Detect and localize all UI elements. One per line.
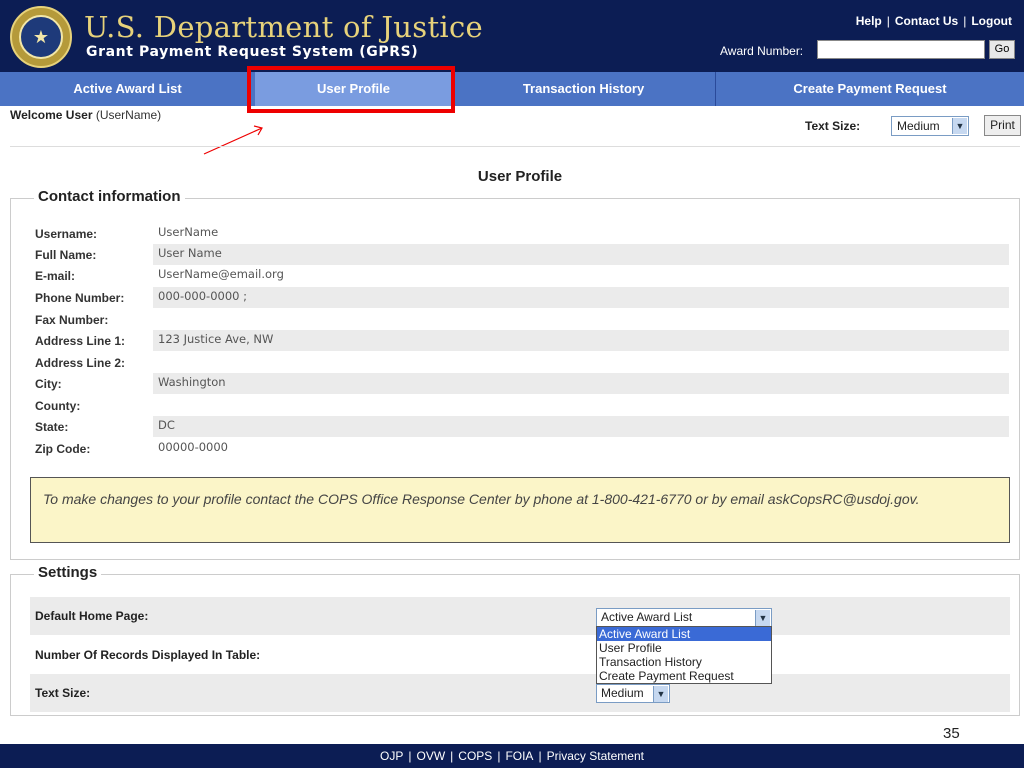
field-value: 00000-0000 [158,440,228,454]
contact-row-county: County: [30,395,1010,416]
field-label: County: [35,399,81,413]
welcome-label: Welcome User [10,108,93,122]
field-value [153,309,1009,330]
text-size-value: Medium [897,119,940,133]
contact-info-legend: Contact information [34,188,185,205]
footer-link-ojp[interactable]: OJP [380,749,403,763]
contact-us-link[interactable]: Contact Us [895,14,958,28]
logout-link[interactable]: Logout [971,14,1012,28]
contact-row-full-name: Full Name: User Name [30,244,1010,265]
site-title: U.S. Department of Justice [84,10,483,44]
top-links: Help | Contact Us | Logout [856,14,1012,28]
contact-row-fax: Fax Number: [30,309,1010,330]
field-label: Address Line 2: [35,356,126,370]
field-label: Full Name: [35,248,97,262]
contact-row-zip: Zip Code: 00000-0000 [30,438,1010,459]
field-value [153,352,1009,373]
footer-link-ovw[interactable]: OVW [417,749,446,763]
contact-row-phone: Phone Number: 000-000-0000 ; [30,287,1010,308]
field-label: E-mail: [35,269,76,283]
slide-page-number: 35 [943,725,960,742]
tab-create-payment-request[interactable]: Create Payment Request [716,72,1024,106]
link-separator: | [963,14,967,28]
field-label: City: [35,377,62,391]
default-home-value: Active Award List [601,610,693,624]
site-footer: OJP | OVW | COPS | FOIA | Privacy Statement [0,744,1024,768]
footer-link-cops[interactable]: COPS [458,749,492,763]
field-label: State: [35,420,69,434]
link-separator: | [408,749,412,763]
text-size-select[interactable]: Medium ▼ [891,116,969,136]
option-user-profile[interactable]: User Profile [597,641,771,655]
settings-text-size-label: Text Size: [35,686,91,700]
footer-link-privacy[interactable]: Privacy Statement [547,749,644,763]
footer-link-foia[interactable]: FOIA [505,749,533,763]
field-value [153,395,1009,416]
contact-row-state: State: DC [30,416,1010,437]
option-transaction-history[interactable]: Transaction History [597,655,771,669]
option-active-award-list[interactable]: Active Award List [597,627,771,641]
default-home-select[interactable]: Active Award List ▼ [596,608,772,627]
annotation-arrow-icon [203,125,263,155]
settings-legend: Settings [34,564,102,581]
field-label: Zip Code: [35,442,91,456]
doj-seal-icon: ★ [10,6,72,68]
chevron-down-icon: ▼ [952,118,967,134]
records-label: Number Of Records Displayed In Table: [35,648,261,662]
welcome-username: (UserName) [95,108,162,122]
field-value: User Name [153,244,1009,265]
contact-row-username: Username: UserName [30,223,1010,244]
page-title: User Profile [477,168,563,185]
setting-row-text-size: Text Size: [30,674,1010,712]
field-label: Phone Number: [35,291,125,305]
tab-active-award-list[interactable]: Active Award List [0,72,255,106]
award-number-label: Award Number: [720,44,804,58]
link-separator: | [538,749,542,763]
divider [10,146,1020,147]
text-size-label: Text Size: [805,119,861,133]
default-home-options: Active Award List User Profile Transacti… [596,626,772,684]
award-number-input[interactable] [817,40,985,59]
contact-row-address-2: Address Line 2: [30,352,1010,373]
setting-row-records: Number Of Records Displayed In Table: [30,636,1010,674]
help-link[interactable]: Help [856,14,882,28]
settings-text-size-value: Medium [601,686,644,700]
chevron-down-icon: ▼ [653,686,668,702]
tab-transaction-history[interactable]: Transaction History [452,72,716,106]
field-label: Address Line 1: [35,334,126,348]
link-separator: | [886,14,890,28]
annotation-highlight-box [247,66,455,113]
field-label: Fax Number: [35,313,109,327]
contact-row-email: E-mail: UserName@email.org [30,265,1010,286]
field-value: UserName [158,225,219,239]
field-label: Username: [35,227,98,241]
link-separator: | [497,749,501,763]
go-button[interactable]: Go [989,40,1015,59]
option-create-payment-request[interactable]: Create Payment Request [597,669,771,683]
print-button[interactable]: Print [984,115,1021,136]
setting-row-default-home: Default Home Page: [30,597,1010,635]
field-value: 000-000-0000 ; [153,287,1009,308]
link-separator: | [450,749,454,763]
settings-text-size-select[interactable]: Medium ▼ [596,684,670,703]
default-home-label: Default Home Page: [35,609,149,623]
welcome-message: Welcome User (UserName) [10,108,161,122]
site-subtitle: Grant Payment Request System (GPRS) [86,44,419,60]
field-value: Washington [153,373,1009,394]
field-value: 123 Justice Ave, NW [153,330,1009,351]
contact-row-address-1: Address Line 1: 123 Justice Ave, NW [30,330,1010,351]
field-value: UserName@email.org [158,267,284,281]
chevron-down-icon: ▼ [755,610,770,626]
profile-change-notice: To make changes to your profile contact … [30,477,1010,543]
field-value: DC [153,416,1009,437]
contact-row-city: City: Washington [30,373,1010,394]
